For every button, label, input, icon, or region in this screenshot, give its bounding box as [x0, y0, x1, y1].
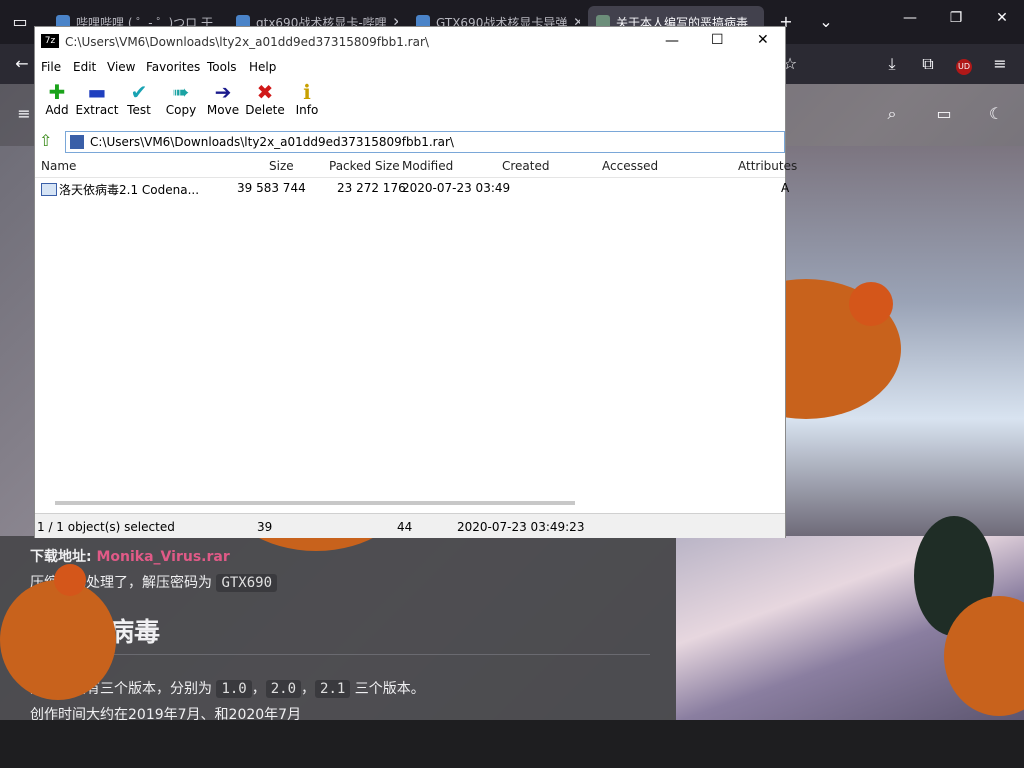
- up-folder-icon[interactable]: ⇧: [39, 131, 52, 150]
- restore-icon[interactable]: ❐: [944, 10, 968, 26]
- row-size: 39 583 744: [237, 181, 306, 195]
- status-modified: 2020-07-23 03:49:23: [457, 520, 585, 534]
- chevron-down-icon[interactable]: ⌄: [814, 10, 838, 34]
- x-icon: ✖: [256, 80, 274, 104]
- versions-suffix: 三个版本。: [354, 681, 425, 697]
- divider: [30, 654, 650, 655]
- ublock-icon[interactable]: UD: [952, 52, 976, 76]
- toolbar: ✚ Add ▬ Extract ✔ Test ➠ Copy ➔ Move ✖ D…: [35, 77, 785, 127]
- col-packed-size[interactable]: Packed Size: [329, 159, 400, 173]
- 7zip-window: 7z C:\Users\VM6\Downloads\lty2x_a01dd9ed…: [34, 26, 797, 538]
- site-menu-icon[interactable]: ≡: [12, 102, 36, 126]
- row-name: 洛天依病毒2.1 Codena...: [59, 183, 200, 197]
- menu-file[interactable]: File: [41, 60, 61, 74]
- copy-button[interactable]: ➠ Copy: [159, 81, 203, 117]
- col-name[interactable]: Name: [41, 159, 76, 173]
- col-size[interactable]: Size: [269, 159, 294, 173]
- version-2: 2.0: [265, 680, 302, 698]
- password-code: GTX690: [216, 574, 278, 592]
- minimize-icon[interactable]: —: [665, 33, 679, 49]
- address-text: C:\Users\VM6\Downloads\lty2x_a01dd9ed373…: [90, 135, 454, 149]
- menu-edit[interactable]: Edit: [73, 60, 96, 74]
- move-label: Move: [206, 103, 240, 117]
- horizontal-scrollbar[interactable]: [55, 501, 575, 505]
- address-input[interactable]: C:\Users\VM6\Downloads\lty2x_a01dd9ed373…: [65, 131, 785, 153]
- status-size: 39: [257, 520, 273, 534]
- copy-label: Copy: [165, 103, 197, 117]
- search-icon[interactable]: ⌕: [880, 102, 904, 126]
- add-label: Add: [45, 103, 69, 117]
- moon-icon[interactable]: ☾: [984, 102, 1008, 126]
- move-button[interactable]: ➔ Move: [201, 81, 245, 117]
- extract-label: Extract: [75, 103, 119, 117]
- 7zip-logo-icon: 7z: [41, 34, 59, 48]
- arrow-right-icon: ➔: [214, 80, 232, 104]
- test-label: Test: [127, 103, 151, 117]
- delete-label: Delete: [245, 103, 285, 117]
- version-1: 1.0: [216, 680, 252, 698]
- rooster-overlay-bottom-right: [914, 516, 1024, 716]
- menu-icon[interactable]: ≡: [988, 52, 1012, 76]
- file-icon: [41, 183, 57, 196]
- col-accessed[interactable]: Accessed: [602, 159, 658, 173]
- delete-button[interactable]: ✖ Delete: [243, 81, 287, 117]
- row-packed: 23 272 176: [337, 181, 406, 195]
- device-icon[interactable]: ▭: [932, 102, 956, 126]
- back-arrow-icon[interactable]: ←: [10, 52, 34, 76]
- close-icon[interactable]: ✕: [757, 32, 769, 48]
- double-arrow-icon: ➠: [172, 80, 190, 104]
- status-bar: 1 / 1 object(s) selected 39 44 2020-07-2…: [35, 513, 785, 538]
- menu-help[interactable]: Help: [249, 60, 276, 74]
- window-title-bar: 7z C:\Users\VM6\Downloads\lty2x_a01dd9ed…: [35, 27, 785, 57]
- status-selected: 1 / 1 object(s) selected: [37, 520, 175, 534]
- minimize-icon[interactable]: —: [898, 10, 922, 26]
- window-title: C:\Users\VM6\Downloads\lty2x_a01dd9ed373…: [65, 35, 429, 49]
- menu-view[interactable]: View: [107, 60, 135, 74]
- rooster-overlay-bottom-left: [0, 564, 116, 700]
- menu-tools[interactable]: Tools: [207, 60, 237, 74]
- tab-tray-icon[interactable]: ▭: [8, 10, 32, 34]
- archive-icon: [70, 135, 84, 149]
- col-modified[interactable]: Modified: [402, 159, 453, 173]
- page-bottom-bar: [0, 720, 1024, 768]
- add-button[interactable]: ✚ Add: [35, 81, 79, 117]
- info-button[interactable]: ℹ Info: [285, 81, 329, 117]
- minus-icon: ▬: [87, 80, 107, 104]
- col-attributes[interactable]: Attributes: [738, 159, 797, 173]
- column-header: Name Size Packed Size Modified Created A…: [35, 155, 797, 178]
- status-packed: 44: [397, 520, 413, 534]
- info-icon: ℹ: [303, 80, 311, 104]
- menu-bar: File Edit View Favorites Tools Help: [35, 57, 785, 77]
- maximize-icon[interactable]: ☐: [711, 32, 724, 48]
- extensions-icon[interactable]: ⧉: [916, 52, 940, 76]
- plus-icon: ✚: [48, 80, 66, 104]
- info-label: Info: [295, 103, 319, 117]
- address-bar: ⇧ C:\Users\VM6\Downloads\lty2x_a01dd9ed3…: [35, 129, 785, 155]
- row-attributes: A: [781, 181, 790, 195]
- extract-button[interactable]: ▬ Extract: [75, 81, 119, 117]
- row-modified: 2020-07-23 03:49: [402, 181, 511, 195]
- menu-favorites[interactable]: Favorites: [146, 60, 200, 74]
- close-window-icon[interactable]: ✕: [990, 10, 1014, 26]
- check-icon: ✔: [130, 80, 148, 104]
- test-button[interactable]: ✔ Test: [117, 81, 161, 117]
- download-icon[interactable]: ⤓: [880, 52, 904, 76]
- version-3: 2.1: [315, 680, 351, 698]
- col-created[interactable]: Created: [502, 159, 550, 173]
